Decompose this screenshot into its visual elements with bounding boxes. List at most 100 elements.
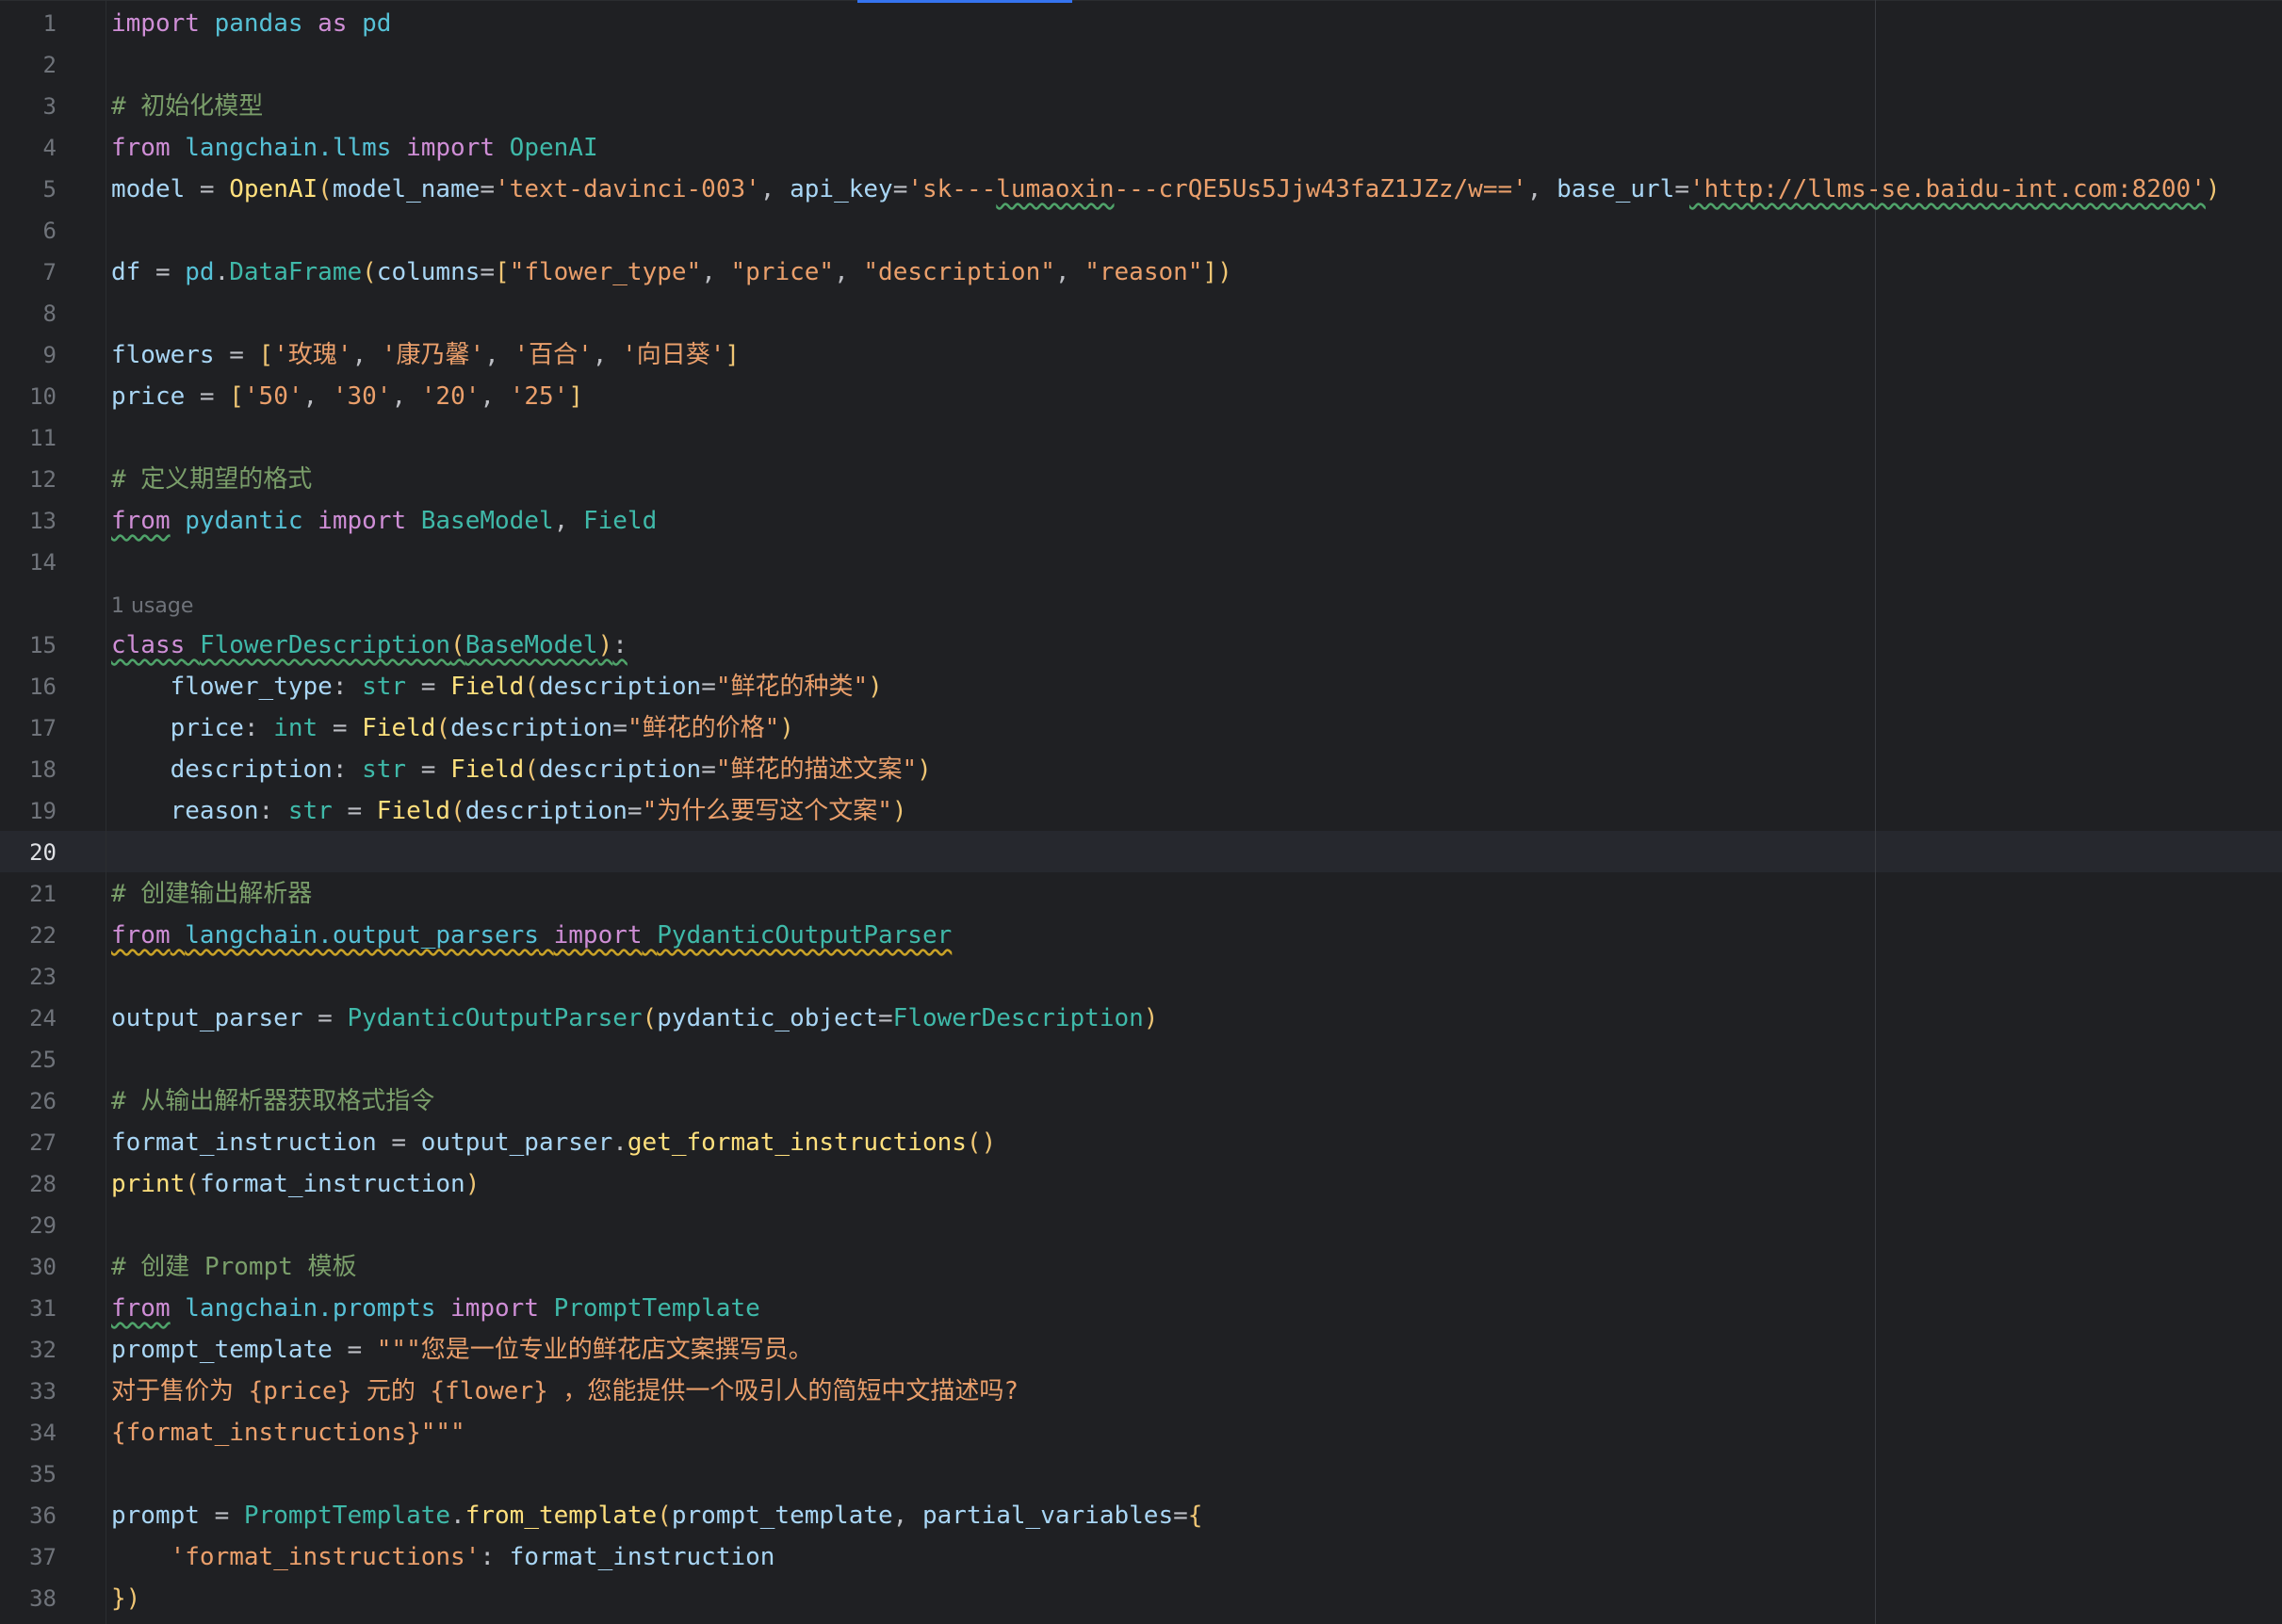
code-line[interactable]: 3 # 初始化模型 [0,86,2282,127]
code-line[interactable]: 17 price: int = Field(description="鲜花的价格… [0,707,2282,749]
code-lines[interactable]: 1 import pandas as pd 2 3 # 初始化模型 4 from langc… [0,3,2282,1619]
code-line[interactable]: 32 prompt_template = """您是一位专业的鲜花店文案撰写员。 [0,1329,2282,1371]
line-code[interactable]: # 初始化模型 [111,86,263,127]
code-line[interactable]: 9 flowers = ['玫瑰', '康乃馨', '百合', '向日葵'] [0,334,2282,376]
line-code[interactable]: {format_instructions}""" [111,1412,465,1453]
code-token: OpenAI [229,175,318,203]
line-code[interactable]: # 定义期望的格式 [111,459,312,500]
code-line[interactable]: 35 [0,1453,2282,1495]
line-code[interactable]: price = ['50', '30', '20', '25'] [111,376,583,417]
code-line[interactable]: 19 reason: str = Field(description="为什么要… [0,790,2282,832]
line-code[interactable]: reason: str = Field(description="为什么要写这个… [111,790,907,832]
line-code[interactable]: format_instruction = output_parser.get_f… [111,1122,996,1163]
code-line[interactable]: 27 format_instruction = output_parser.get… [0,1122,2282,1163]
code-line[interactable]: 6 [0,210,2282,252]
code-token: # 定义期望的格式 [111,465,313,494]
code-line[interactable]: 38}) [0,1578,2282,1619]
code-line[interactable]: 7 df = pd.DataFrame(columns=["flower_type… [0,252,2282,293]
code-line[interactable]: 29 [0,1205,2282,1246]
code-line[interactable]: 5 model = OpenAI(model_name='text-davinci… [0,169,2282,210]
code-line[interactable]: 8 [0,293,2282,334]
code-token: str [362,673,407,701]
code-token: 'text-davinci-003' [495,175,760,203]
code-line[interactable]: 18 description: str = Field(description=… [0,749,2282,790]
code-line[interactable]: 31 from langchain.prompts import PromptTe… [0,1288,2282,1329]
line-code[interactable]: df = pd.DataFrame(columns=["flower_type"… [111,252,1232,293]
line-code[interactable]: output_parser = PydanticOutputParser(pyd… [111,998,1158,1039]
code-token: output_parser [420,1129,613,1157]
code-line[interactable]: 12 # 定义期望的格式 [0,459,2282,500]
line-code[interactable]: from pydantic import BaseModel, Field [111,500,657,542]
code-token: ]) [1202,258,1232,286]
line-number: 10 [29,383,57,410]
code-token: , [592,341,623,369]
code-line[interactable]: 28 print(format_instruction) [0,1163,2282,1205]
line-code[interactable]: model = OpenAI(model_name='text-davinci-… [111,169,2221,210]
usage-hint[interactable]: 1 usage [0,583,2282,625]
code-line[interactable]: 33 对于售价为 {price} 元的 {flower} ，您能提供一个吸引人的简… [0,1371,2282,1412]
code-token: langchain.llms [185,134,392,162]
line-code[interactable]: description: str = Field(description="鲜花… [111,749,932,790]
line-number: 6 [42,218,57,244]
line-code[interactable]: 对于售价为 {price} 元的 {flower} ，您能提供一个吸引人的简短中… [111,1371,1019,1412]
line-number: 29 [29,1212,57,1239]
code-token: = [892,175,908,203]
code-token: = [701,673,716,701]
line-code[interactable]: print(format_instruction) [111,1163,480,1205]
line-code[interactable]: from langchain.prompts import PromptTemp… [111,1288,760,1329]
line-number: 13 [29,508,57,534]
code-line[interactable]: 21 # 创建输出解析器 [0,873,2282,915]
code-line[interactable]: 26 # 从输出解析器获取格式指令 [0,1080,2282,1122]
code-line[interactable]: 23 [0,956,2282,998]
code-token: from [111,1294,171,1323]
code-token: PromptTemplate [243,1502,451,1530]
code-line[interactable]: 34 {format_instructions}""" [0,1412,2282,1453]
code-token: description [170,755,333,784]
code-line[interactable]: 10 price = ['50', '30', '20', '25'] [0,376,2282,417]
line-code[interactable]: price: int = Field(description="鲜花的价格") [111,707,794,749]
code-line[interactable]: 25 [0,1039,2282,1080]
code-line[interactable]: 30 # 创建 Prompt 模板 [0,1246,2282,1288]
line-number: 25 [29,1047,57,1073]
code-line[interactable]: 4 from langchain.llms import OpenAI [0,127,2282,169]
line-number: 8 [42,300,57,327]
code-token: = [406,755,451,784]
line-code[interactable]: prompt_template = """您是一位专业的鲜花店文案撰写员。 [111,1329,813,1371]
code-line[interactable]: 2 [0,44,2282,86]
code-line[interactable]: 11 [0,417,2282,459]
code-line[interactable]: 36 prompt = PromptTemplate.from_template(… [0,1495,2282,1536]
line-code[interactable]: # 创建 Prompt 模板 [111,1246,357,1288]
code-line[interactable]: 24 output_parser = PydanticOutputParser(p… [0,998,2282,1039]
code-token: pydantic [185,507,303,535]
code-editor[interactable]: 1 import pandas as pd 2 3 # 初始化模型 4 from langc… [0,0,2282,1624]
code-line[interactable]: 14 [0,542,2282,583]
code-token: str [362,755,407,784]
code-token: , [1054,258,1085,286]
code-token: }) [111,1584,141,1613]
code-token: , [834,258,864,286]
code-token: '20' [420,382,481,411]
line-code[interactable]: prompt = PromptTemplate.from_template(pr… [111,1495,1202,1536]
line-code[interactable]: from langchain.output_parsers import Pyd… [111,915,952,956]
code-token: Field [450,673,525,701]
line-code[interactable]: from langchain.llms import OpenAI [111,127,598,169]
code-token: '百合' [513,341,593,369]
line-code[interactable]: # 创建输出解析器 [111,873,312,915]
code-line[interactable]: 37 'format_instructions': format_instruc… [0,1536,2282,1578]
line-code[interactable]: # 从输出解析器获取格式指令 [111,1080,434,1122]
line-code[interactable]: flower_type: str = Field(description="鲜花… [111,666,883,707]
line-code[interactable]: flowers = ['玫瑰', '康乃馨', '百合', '向日葵'] [111,334,740,376]
code-token: FlowerDescription [199,631,451,659]
code-line[interactable]: 20 [0,832,2282,873]
line-code[interactable]: class FlowerDescription(BaseModel): [111,625,628,666]
code-line[interactable]: 13 from pydantic import BaseModel, Field [0,500,2282,542]
line-code[interactable]: }) [111,1578,140,1619]
line-code[interactable]: 'format_instructions': format_instructio… [111,1536,775,1578]
code-line[interactable]: 1 import pandas as pd [0,3,2282,44]
line-code[interactable]: import pandas as pd [111,3,391,44]
usage-hint-text[interactable]: 1 usage [111,583,193,630]
code-line[interactable]: 15 class FlowerDescription(BaseModel): [0,625,2282,666]
code-line[interactable]: 16 flower_type: str = Field(description=… [0,666,2282,707]
code-token: description [539,755,702,784]
code-line[interactable]: 22 from langchain.output_parsers import P… [0,915,2282,956]
